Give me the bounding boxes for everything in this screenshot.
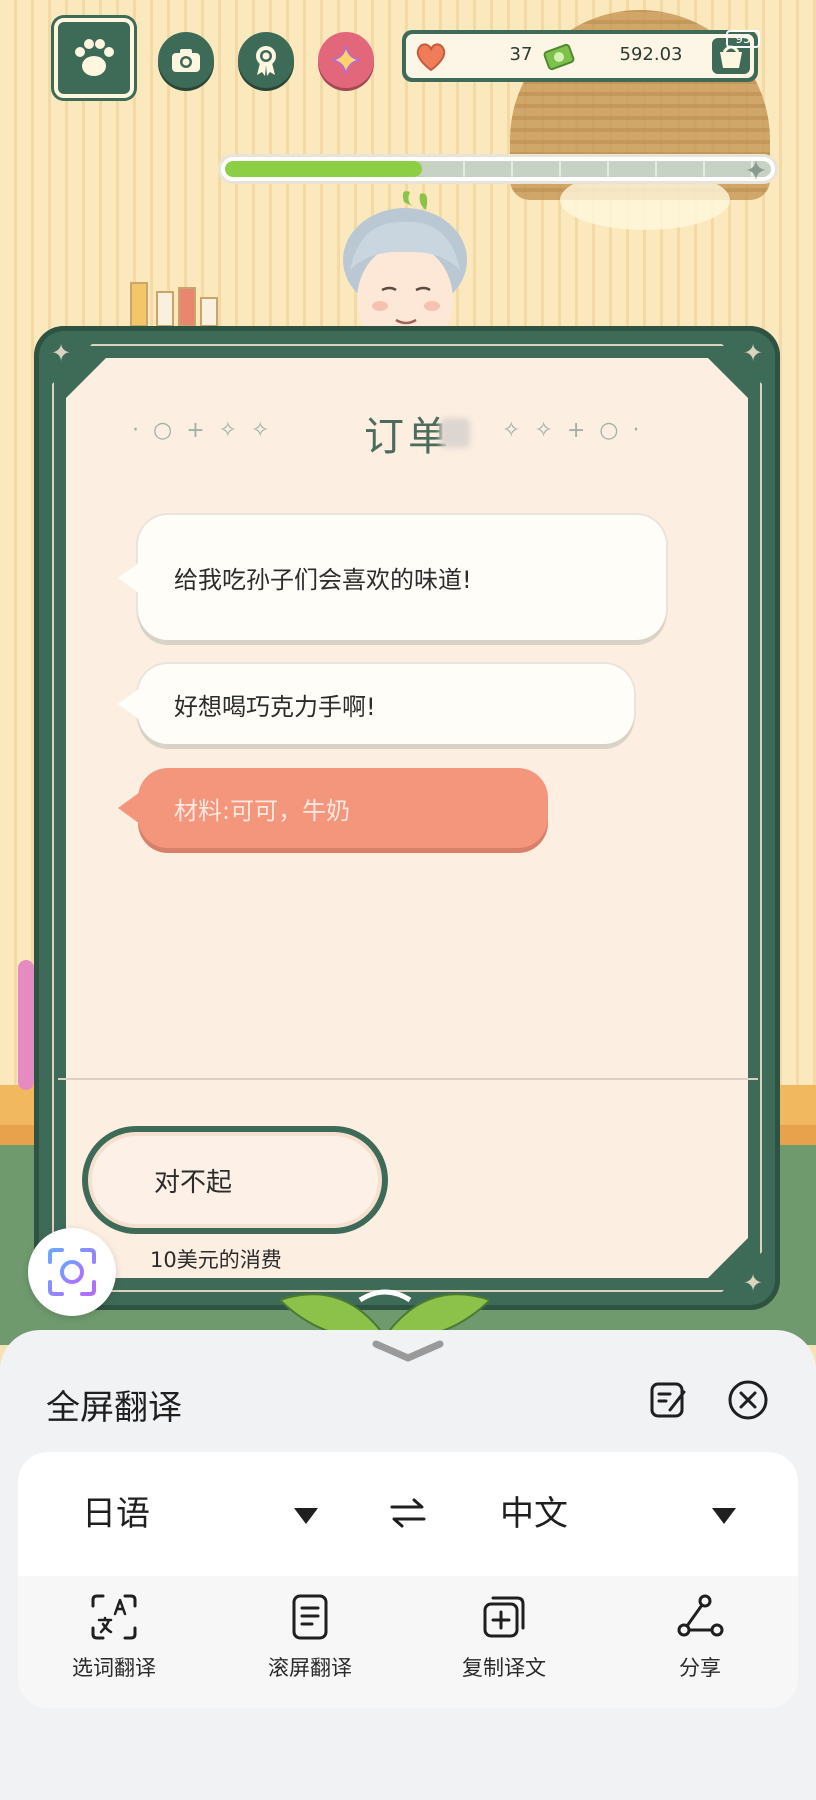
level-progress-bar	[218, 154, 778, 184]
translation-tools: 选词翻译 滚屏翻译 复制译文 分享	[18, 1576, 798, 1708]
corner-sparkle-icon: ✦	[50, 339, 72, 367]
sheet-title: 全屏翻译	[46, 1388, 182, 1428]
target-language-select[interactable]: 中文	[500, 1486, 568, 1535]
language-selector-row: 日语 中文	[18, 1452, 798, 1576]
ingredients-text: 材料:可可，牛奶	[174, 796, 351, 825]
copy-plus-icon	[483, 1596, 525, 1638]
scroll-translate-label: 滚屏翻译	[268, 1656, 352, 1680]
decline-order-label: 对不起	[88, 1132, 382, 1228]
order-message-bubble: 给我吃孙子们会喜欢的味道!	[118, 515, 666, 640]
chevron-down-icon[interactable]	[712, 1508, 736, 1524]
source-language-select[interactable]: 日语	[82, 1486, 150, 1535]
corner-sparkle-icon: ✦	[742, 1269, 764, 1297]
decline-cost-note: 10美元的消费	[150, 1248, 282, 1272]
corner-sparkle-icon: ✦	[742, 339, 764, 367]
sparkle-icon	[746, 160, 766, 180]
paw-icon	[75, 39, 114, 76]
heart-icon	[416, 43, 446, 72]
translation-sheet: 全屏翻译 日语 中文 选词翻译 滚屏翻译 复制译文 分享	[0, 1330, 816, 1800]
medal-icon	[256, 46, 276, 76]
board-divider	[58, 1078, 758, 1080]
profile-button[interactable]	[54, 18, 134, 98]
sparkle-star-icon	[331, 45, 361, 75]
currency-bar: 37 592.03	[402, 30, 758, 82]
shelf-books	[130, 282, 220, 327]
chevron-down-icon[interactable]	[294, 1508, 318, 1524]
word-translate-label: 选词翻译	[72, 1656, 156, 1680]
order-message-text: 给我吃孙子们会喜欢的味道!	[174, 566, 472, 594]
achievements-button[interactable]	[238, 32, 294, 88]
close-circle-icon[interactable]	[726, 1378, 770, 1422]
progress-fill	[225, 161, 422, 177]
language-card: 日语 中文 选词翻译 滚屏翻译 复制译文 分享	[18, 1452, 798, 1708]
screenshot-lens-icon	[48, 1248, 96, 1296]
share-button[interactable]: 分享	[620, 1592, 780, 1682]
camera-icon	[172, 49, 200, 72]
ingredients-bubble: 材料:可可，牛奶	[118, 768, 548, 848]
order-message-text: 好想喝巧克力手啊!	[174, 692, 376, 721]
title-ornament-right: ✧✧+○·	[502, 418, 654, 443]
collapse-chevron-icon[interactable]	[370, 1338, 446, 1366]
camera-button[interactable]	[158, 32, 214, 88]
decline-order-button[interactable]: 对不起	[82, 1126, 388, 1234]
scroll-document-icon	[292, 1594, 328, 1640]
swap-arrows-icon[interactable]	[388, 1496, 428, 1530]
word-translate-icon	[91, 1594, 137, 1640]
screenshot-translate-button[interactable]	[28, 1228, 116, 1316]
title-blurred-glyph	[440, 418, 470, 448]
scroll-translate-button[interactable]: 滚屏翻译	[230, 1592, 390, 1682]
share-icon	[677, 1594, 724, 1637]
word-translate-button[interactable]: 选词翻译	[34, 1592, 194, 1682]
copy-translation-button[interactable]: 复制译文	[424, 1592, 584, 1682]
battery-indicator: 95	[726, 30, 760, 48]
order-message-bubble: 好想喝巧克力手啊!	[118, 664, 634, 744]
edit-note-icon[interactable]	[646, 1378, 690, 1422]
money-amount: 592.03	[619, 44, 683, 65]
pink-decoration	[18, 960, 34, 1090]
order-title: 订单	[364, 414, 452, 460]
share-label: 分享	[679, 1656, 721, 1680]
special-button[interactable]	[318, 32, 374, 88]
copy-translation-label: 复制译文	[462, 1656, 546, 1680]
cash-icon	[543, 43, 575, 71]
